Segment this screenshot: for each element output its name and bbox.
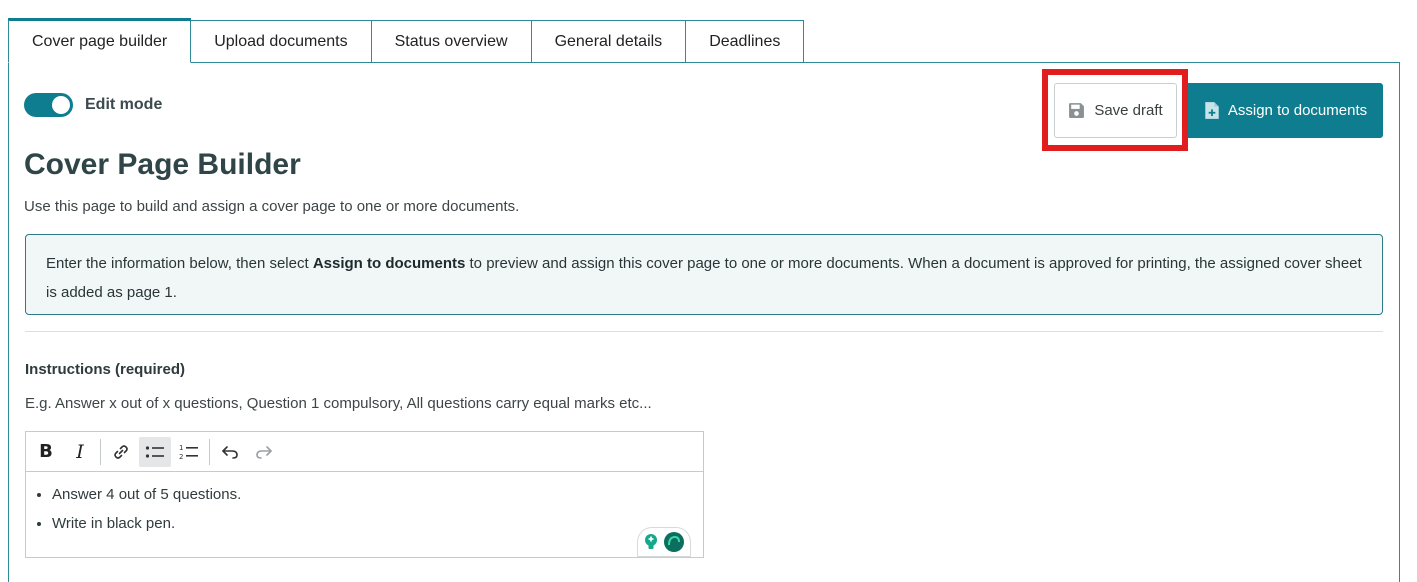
assistant-logo-icon <box>663 531 685 553</box>
page-title: Cover Page Builder <box>24 148 301 181</box>
instructions-editor: B I 1 2 • Answer 4 out of 5 questions. •… <box>25 431 704 558</box>
instructions-label: Instructions (required) <box>25 361 186 378</box>
numbered-list-button[interactable]: 1 2 <box>173 437 205 467</box>
undo-button[interactable] <box>214 437 246 467</box>
divider <box>25 331 1383 332</box>
bullet-list-button[interactable] <box>139 436 171 467</box>
tab-upload-documents[interactable]: Upload documents <box>191 20 372 63</box>
svg-text:2: 2 <box>179 453 183 461</box>
editor-toolbar: B I 1 2 <box>26 432 703 472</box>
page-description: Use this page to build and assign a cove… <box>24 198 520 215</box>
editor-content[interactable]: Answer 4 out of 5 questions. Write in bl… <box>26 472 703 538</box>
link-icon <box>112 443 130 461</box>
tab-status-overview[interactable]: Status overview <box>371 20 532 63</box>
info-text-bold: Assign to documents <box>312 255 466 272</box>
info-box: Enter the information below, then select… <box>25 234 1383 315</box>
bullet-list-icon <box>145 444 165 460</box>
edit-mode-toggle[interactable] <box>24 93 73 117</box>
lightbulb-icon <box>643 533 659 551</box>
svg-text:1: 1 <box>179 444 183 452</box>
edit-mode-row: Edit mode <box>24 93 162 117</box>
writing-assistant-badge[interactable] <box>637 527 691 557</box>
instructions-hint: E.g. Answer x out of x questions, Questi… <box>25 395 652 412</box>
undo-icon <box>221 444 239 460</box>
bold-button[interactable]: B <box>30 437 62 467</box>
tab-deadlines[interactable]: Deadlines <box>686 20 805 63</box>
toolbar-separator <box>209 438 210 465</box>
toolbar-separator <box>100 438 101 465</box>
list-item: Write in black pen. <box>52 509 703 538</box>
assign-label: Assign to documents <box>1227 102 1368 119</box>
redo-button[interactable] <box>248 437 280 467</box>
info-text-before: Enter the information below, then select <box>46 255 313 272</box>
tab-bar: Cover page builder Upload documents Stat… <box>8 18 805 63</box>
file-plus-icon <box>1204 101 1220 120</box>
link-button[interactable] <box>105 437 137 467</box>
tab-general-details[interactable]: General details <box>531 20 687 63</box>
italic-icon: I <box>76 440 84 463</box>
bold-icon: B <box>39 441 53 462</box>
list-item: Answer 4 out of 5 questions. <box>52 480 703 509</box>
save-draft-button[interactable]: Save draft <box>1054 83 1177 138</box>
instructions-list: Answer 4 out of 5 questions. Write in bl… <box>32 480 703 538</box>
assign-to-documents-button[interactable]: Assign to documents <box>1188 83 1383 138</box>
edit-mode-label: Edit mode <box>85 96 163 113</box>
save-draft-label: Save draft <box>1094 102 1163 119</box>
floppy-disk-icon <box>1068 102 1085 119</box>
tab-cover-page-builder[interactable]: Cover page builder <box>8 18 192 63</box>
numbered-list-icon: 1 2 <box>179 443 199 461</box>
redo-icon <box>255 444 273 460</box>
italic-button[interactable]: I <box>64 437 96 467</box>
toggle-knob <box>52 96 70 114</box>
